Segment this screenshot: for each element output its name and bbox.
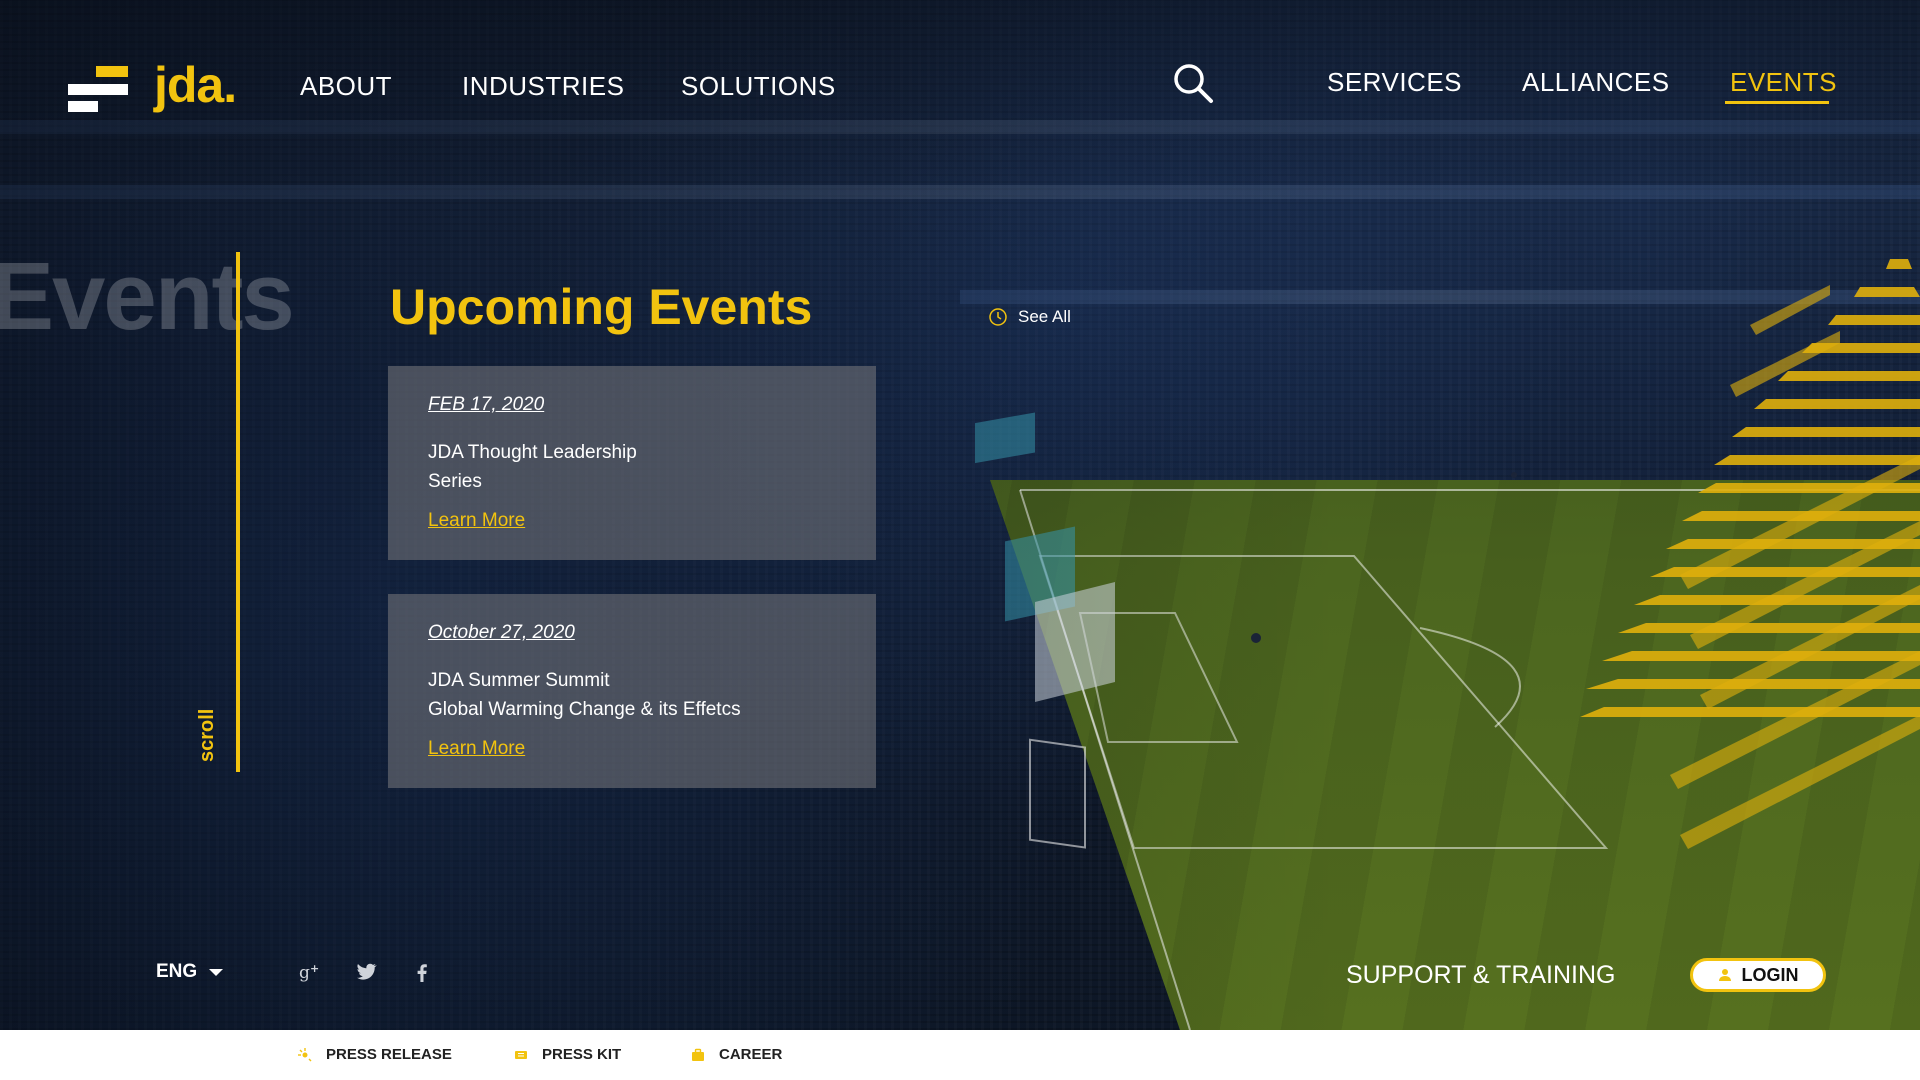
login-label: LOGIN [1741, 964, 1799, 985]
google-plus-icon[interactable]: g + [298, 960, 322, 984]
event-date: October 27, 2020 [428, 622, 575, 643]
svg-text:+: + [310, 962, 319, 975]
support-training-link[interactable]: SUPPORT & TRAINING [1346, 961, 1616, 990]
login-button[interactable]: LOGIN [1690, 958, 1826, 992]
facebook-icon[interactable] [410, 960, 434, 984]
nav-industries[interactable]: INDUSTRIES [462, 71, 624, 102]
press-release-link[interactable]: PRESS RELEASE [298, 1046, 452, 1063]
user-icon [1718, 969, 1731, 981]
ghost-section-title: Events [0, 243, 295, 350]
nav-active-underline [1725, 101, 1829, 104]
event-card: FEB 17, 2020 JDA Thought Leadership Seri… [388, 366, 876, 560]
page-title: Upcoming Events [390, 279, 813, 335]
event-card: October 27, 2020 JDA Summer Summit Globa… [388, 594, 876, 788]
nav-events[interactable]: EVENTS [1730, 67, 1837, 98]
scroll-indicator-line [236, 252, 240, 772]
clock-icon [989, 308, 1007, 326]
svg-text:g: g [299, 963, 310, 983]
see-all-label: See All [1018, 307, 1071, 326]
career-label: CAREER [719, 1046, 783, 1063]
scroll-label[interactable]: scroll [196, 709, 219, 762]
career-link[interactable]: CAREER [691, 1046, 782, 1063]
learn-more-link[interactable]: Learn More [428, 510, 525, 532]
language-selector[interactable]: ENG [156, 961, 224, 983]
nav-solutions[interactable]: SOLUTIONS [681, 71, 836, 102]
event-date: FEB 17, 2020 [428, 394, 545, 415]
see-all-link[interactable]: See All [988, 307, 1071, 327]
event-title: JDA Thought Leadership Series [428, 442, 637, 492]
logo-mark-icon[interactable] [68, 66, 128, 114]
sparkle-icon [298, 1047, 312, 1061]
search-icon[interactable] [1172, 62, 1214, 104]
chevron-down-icon [209, 968, 224, 976]
decorative-stripes [1580, 259, 1920, 849]
bottom-bar: PRESS RELEASE PRESS KIT CAREER [0, 1030, 1920, 1080]
event-title: JDA Summer Summit Global Warming Change … [428, 670, 741, 720]
press-kit-link[interactable]: PRESS KIT [514, 1046, 621, 1063]
logo-text[interactable]: jda. [154, 56, 237, 114]
language-label: ENG [156, 961, 198, 982]
press-release-label: PRESS RELEASE [326, 1046, 452, 1063]
twitter-icon[interactable] [354, 960, 378, 984]
briefcase-icon [692, 1048, 704, 1061]
learn-more-link[interactable]: Learn More [428, 738, 525, 760]
nav-services[interactable]: SERVICES [1327, 67, 1462, 98]
nav-alliances[interactable]: ALLIANCES [1522, 67, 1670, 98]
ticket-icon [515, 1050, 527, 1059]
nav-about[interactable]: ABOUT [300, 71, 392, 102]
press-kit-label: PRESS KIT [542, 1046, 622, 1063]
